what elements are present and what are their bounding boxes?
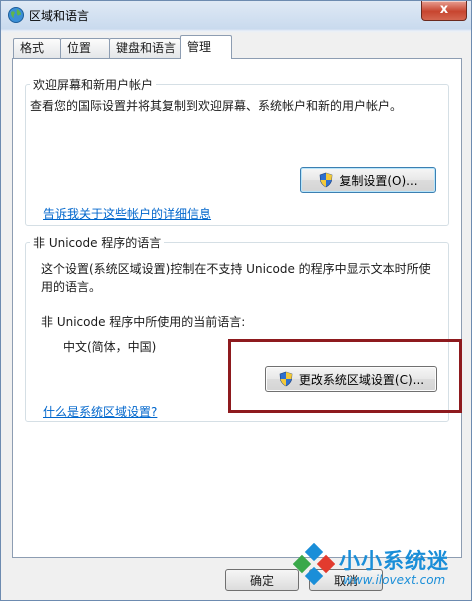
close-button[interactable]: x — [421, 1, 467, 21]
close-icon: x — [439, 2, 449, 17]
current-language-value: 中文(简体，中国) — [63, 340, 157, 354]
ok-button[interactable]: 确定 — [225, 569, 299, 591]
tab-administrative[interactable]: 管理 — [180, 35, 232, 59]
welcome-group-title: 欢迎屏幕和新用户帐户 — [33, 78, 154, 92]
uac-shield-icon — [279, 371, 293, 387]
windows-logo-icon — [293, 543, 335, 585]
window-title: 区域和语言 — [29, 9, 90, 23]
region-language-window: 区域和语言 x 格式 位置 键盘和语言 管理 欢迎屏幕和新用户帐户 查看您的国际… — [0, 0, 472, 601]
site-watermark: 小小系统迷 www.ilovext.com — [291, 539, 471, 601]
tab-panel-administrative: 欢迎屏幕和新用户帐户 查看您的国际设置并将其复制到欢迎屏幕、系统帐户和新的用户帐… — [12, 58, 462, 558]
welcome-description: 查看您的国际设置并将其复制到欢迎屏幕、系统帐户和新的用户帐户。 — [30, 99, 403, 113]
change-system-locale-button[interactable]: 更改系统区域设置(C)... — [265, 366, 437, 392]
tab-location[interactable]: 位置 — [60, 38, 110, 58]
uac-shield-icon — [320, 172, 333, 188]
title-bar[interactable]: 区域和语言 x — [1, 1, 471, 29]
tab-formats[interactable]: 格式 — [13, 38, 61, 58]
current-language-label: 非 Unicode 程序中所使用的当前语言: — [41, 315, 246, 329]
non-unicode-group-title: 非 Unicode 程序的语言 — [33, 236, 162, 250]
watermark-url: www.ilovext.com — [343, 573, 446, 587]
non-unicode-description-line1: 这个设置(系统区域设置)控制在不支持 Unicode 的程序中显示文本时所使 — [41, 262, 431, 276]
non-unicode-description-line2: 用的语言。 — [41, 280, 102, 294]
copy-settings-button[interactable]: 复制设置(O)... — [300, 167, 436, 193]
accounts-details-link[interactable]: 告诉我关于这些帐户的详细信息 — [43, 205, 211, 222]
watermark-title: 小小系统迷 — [339, 549, 449, 573]
tab-keyboards-languages[interactable]: 键盘和语言 — [109, 38, 181, 58]
system-locale-help-link[interactable]: 什么是系统区域设置? — [43, 403, 157, 420]
globe-icon — [8, 7, 24, 23]
